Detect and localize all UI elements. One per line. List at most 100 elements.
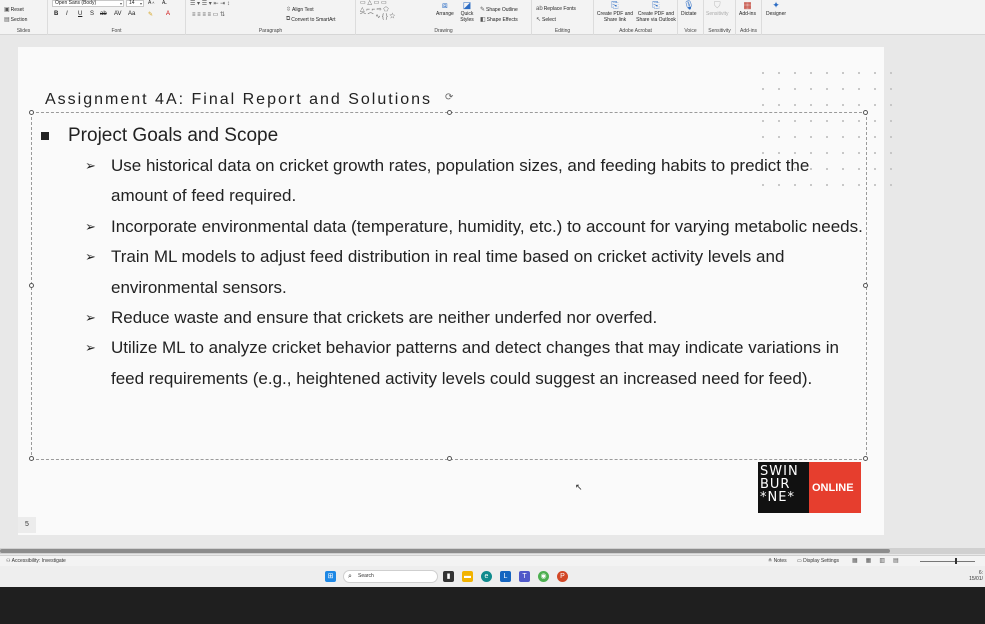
dictate-button[interactable]: 🎙 Dictate <box>681 0 697 17</box>
system-clock[interactable]: 6: 15/01/ <box>969 570 983 582</box>
resize-handle[interactable] <box>29 283 34 288</box>
resize-handle[interactable] <box>863 456 868 461</box>
sensitivity-icon: ⛉ <box>713 0 721 10</box>
convert-smartart-button[interactable]: ⧉ Convert to SmartArt <box>286 16 335 23</box>
microphone-icon: 🎙 <box>683 0 695 10</box>
rotate-handle-icon[interactable]: ⟳ <box>445 92 453 103</box>
arrange-button[interactable]: ⧈ Arrange <box>436 0 454 17</box>
bold-button[interactable]: B <box>54 11 58 17</box>
ribbon-group-acrobat: ⎘ Create PDF and Share link ⎘ Create PDF a… <box>594 0 678 35</box>
resize-handle[interactable] <box>29 110 34 115</box>
bullet-level-2: ➢ Incorporate environmental data (tempera… <box>85 212 868 242</box>
bullet-text: Reduce waste and ensure that crickets ar… <box>111 308 658 328</box>
group-label: Add-ins <box>740 28 757 34</box>
shapes-gallery[interactable]: ▭ △ ▭ ▭ △ ⌐ ⌐ ⇨ ⬠ ⌒ ⌒ ∿ { } ☆ <box>360 0 395 21</box>
align-text-button[interactable]: ⇳ Align Text <box>286 6 314 14</box>
ribbon-group-slides: ▣ Reset ▤ Section Slides <box>0 0 48 35</box>
highlight-icon[interactable]: ✎ <box>148 11 153 18</box>
font-size-combo[interactable]: 14 ▾ <box>126 0 144 7</box>
italic-button[interactable]: I <box>66 11 68 17</box>
shape-outline-button[interactable]: ✎ Shape Outline <box>480 6 518 14</box>
addins-button[interactable]: ▦ Add-ins <box>739 0 756 17</box>
section-button[interactable]: ▤ Section <box>4 16 27 24</box>
group-label: Drawing <box>434 28 453 34</box>
file-explorer-icon[interactable]: ▬ <box>462 571 473 582</box>
strike-button[interactable]: ab <box>100 11 107 17</box>
sensitivity-button[interactable]: ⛉ Sensitivity <box>706 0 729 17</box>
bullet-level-2: ➢ Utilize ML to analyze cricket behavior … <box>85 333 868 394</box>
view-buttons[interactable]: ▦▦▥▤ <box>852 557 907 564</box>
quick-styles-button[interactable]: ◪ Quick Styles <box>458 0 476 23</box>
teams-icon[interactable]: T <box>519 571 530 582</box>
group-label: Voice <box>684 28 697 34</box>
swinburne-online-logo: SWIN BUR *NE* ONLINE <box>758 462 861 513</box>
shadow-button[interactable]: S <box>90 11 94 17</box>
create-pdf-share-link-button[interactable]: ⎘ Create PDF and Share link <box>596 0 634 23</box>
app-icon[interactable]: L <box>500 571 511 582</box>
designer-button[interactable]: ✦ Designer <box>766 0 786 17</box>
change-case-button[interactable]: Aa <box>128 11 135 17</box>
group-label: Font <box>111 28 122 34</box>
create-pdf-outlook-button[interactable]: ⎘ Create PDF and Share via Outlook <box>634 0 678 23</box>
select-button[interactable]: ↖ Select <box>536 16 556 24</box>
horizontal-scrollbar[interactable] <box>0 548 985 554</box>
effects-icon: ◧ <box>480 17 486 23</box>
font-name-combo[interactable]: Open Sans (Body) ▾ <box>52 0 124 7</box>
chevron-down-icon: ▾ <box>119 1 122 6</box>
ribbon-group-designer: ✦ Designer <box>762 0 792 35</box>
zoom-slider-thumb[interactable] <box>955 558 957 564</box>
pdf-outlook-icon: ⎘ <box>652 0 660 10</box>
addins-icon: ▦ <box>743 0 752 10</box>
ribbon-group-addins: ▦ Add-ins Add-ins <box>736 0 762 35</box>
quick-styles-icon: ◪ <box>462 0 472 10</box>
designer-icon: ✦ <box>772 0 780 10</box>
arrow-bullet-icon: ➢ <box>85 310 96 326</box>
powerpoint-icon[interactable]: P <box>557 571 568 582</box>
bullet-text: Train ML models to adjust feed distribut… <box>111 247 785 297</box>
display-settings-button[interactable]: ▭ Display Settings <box>797 558 839 564</box>
font-color-icon[interactable]: A <box>166 11 170 17</box>
windows-start-icon[interactable]: ⊞ <box>325 571 336 582</box>
body-text[interactable]: Project Goals and Scope ➢ Use historical … <box>38 121 868 394</box>
ribbon-group-font: Open Sans (Body) ▾ 14 ▾ A ^ A̶ B I U S ab A… <box>48 0 186 35</box>
task-view-icon[interactable]: ▮ <box>443 571 454 582</box>
resize-handle[interactable] <box>29 456 34 461</box>
notes-button[interactable]: ≙ Notes <box>768 558 787 564</box>
replace-fonts-button[interactable]: ab Replace Fonts <box>536 6 576 12</box>
scrollbar-thumb[interactable] <box>0 549 890 553</box>
chrome-icon[interactable]: ◉ <box>538 571 549 582</box>
slide-title[interactable]: Assignment 4A: Final Report and Solution… <box>45 91 432 109</box>
bullet-level-1: Project Goals and Scope <box>38 121 868 151</box>
ribbon-group-drawing: ▭ △ ▭ ▭ △ ⌐ ⌐ ⇨ ⬠ ⌒ ⌒ ∿ { } ☆ ⧈ Arrange ◪ Qu… <box>356 0 532 35</box>
windows-taskbar: ⊞ ⌕ Search ▮ ▬ e L T ◉ P 6: 15/01/ <box>0 566 985 587</box>
align-icons[interactable]: ≡ ≡ ≡ ≡ ▭ ⇅ <box>192 11 225 18</box>
group-label: Adobe Acrobat <box>619 28 652 34</box>
replace-icon: ab <box>536 6 543 12</box>
bullet-level-2: ➢ Use historical data on cricket growth r… <box>85 151 868 212</box>
resize-handle[interactable] <box>863 110 868 115</box>
zoom-slider[interactable] <box>920 561 975 562</box>
heading-text: Project Goals and Scope <box>68 125 279 146</box>
accessibility-status[interactable]: ⚇ Accessibility: Investigate <box>6 558 66 564</box>
edge-icon[interactable]: e <box>481 571 492 582</box>
reset-button[interactable]: ▣ Reset <box>4 6 24 14</box>
arrow-bullet-icon: ➢ <box>85 249 96 265</box>
pen-icon: ✎ <box>480 7 486 13</box>
slide[interactable]: Assignment 4A: Final Report and Solution… <box>18 47 905 535</box>
resize-handle[interactable] <box>447 110 452 115</box>
bullets-icon[interactable]: ☰ ▾ ☰ ▾ ⇤ ⇥ ↕ <box>190 0 230 7</box>
ribbon-group-sensitivity: ⛉ Sensitivity Sensitivity <box>704 0 736 35</box>
underline-button[interactable]: U <box>78 11 82 17</box>
section-icon: ▤ <box>4 17 10 23</box>
smartart-icon: ⧉ <box>286 16 291 22</box>
spacing-button[interactable]: AV <box>114 11 122 17</box>
grow-font-icon[interactable]: A ^ <box>148 0 154 6</box>
logo-online: ONLINE <box>809 462 861 513</box>
shape-effects-button[interactable]: ◧ Shape Effects <box>480 16 518 24</box>
taskbar-search[interactable]: ⌕ Search <box>343 570 438 583</box>
clear-format-icon[interactable]: A̶ <box>162 0 165 6</box>
group-label: Sensitivity <box>708 28 731 34</box>
arrange-icon: ⧈ <box>442 0 448 10</box>
resize-handle[interactable] <box>447 456 452 461</box>
bullet-text: Use historical data on cricket growth ra… <box>111 156 810 206</box>
